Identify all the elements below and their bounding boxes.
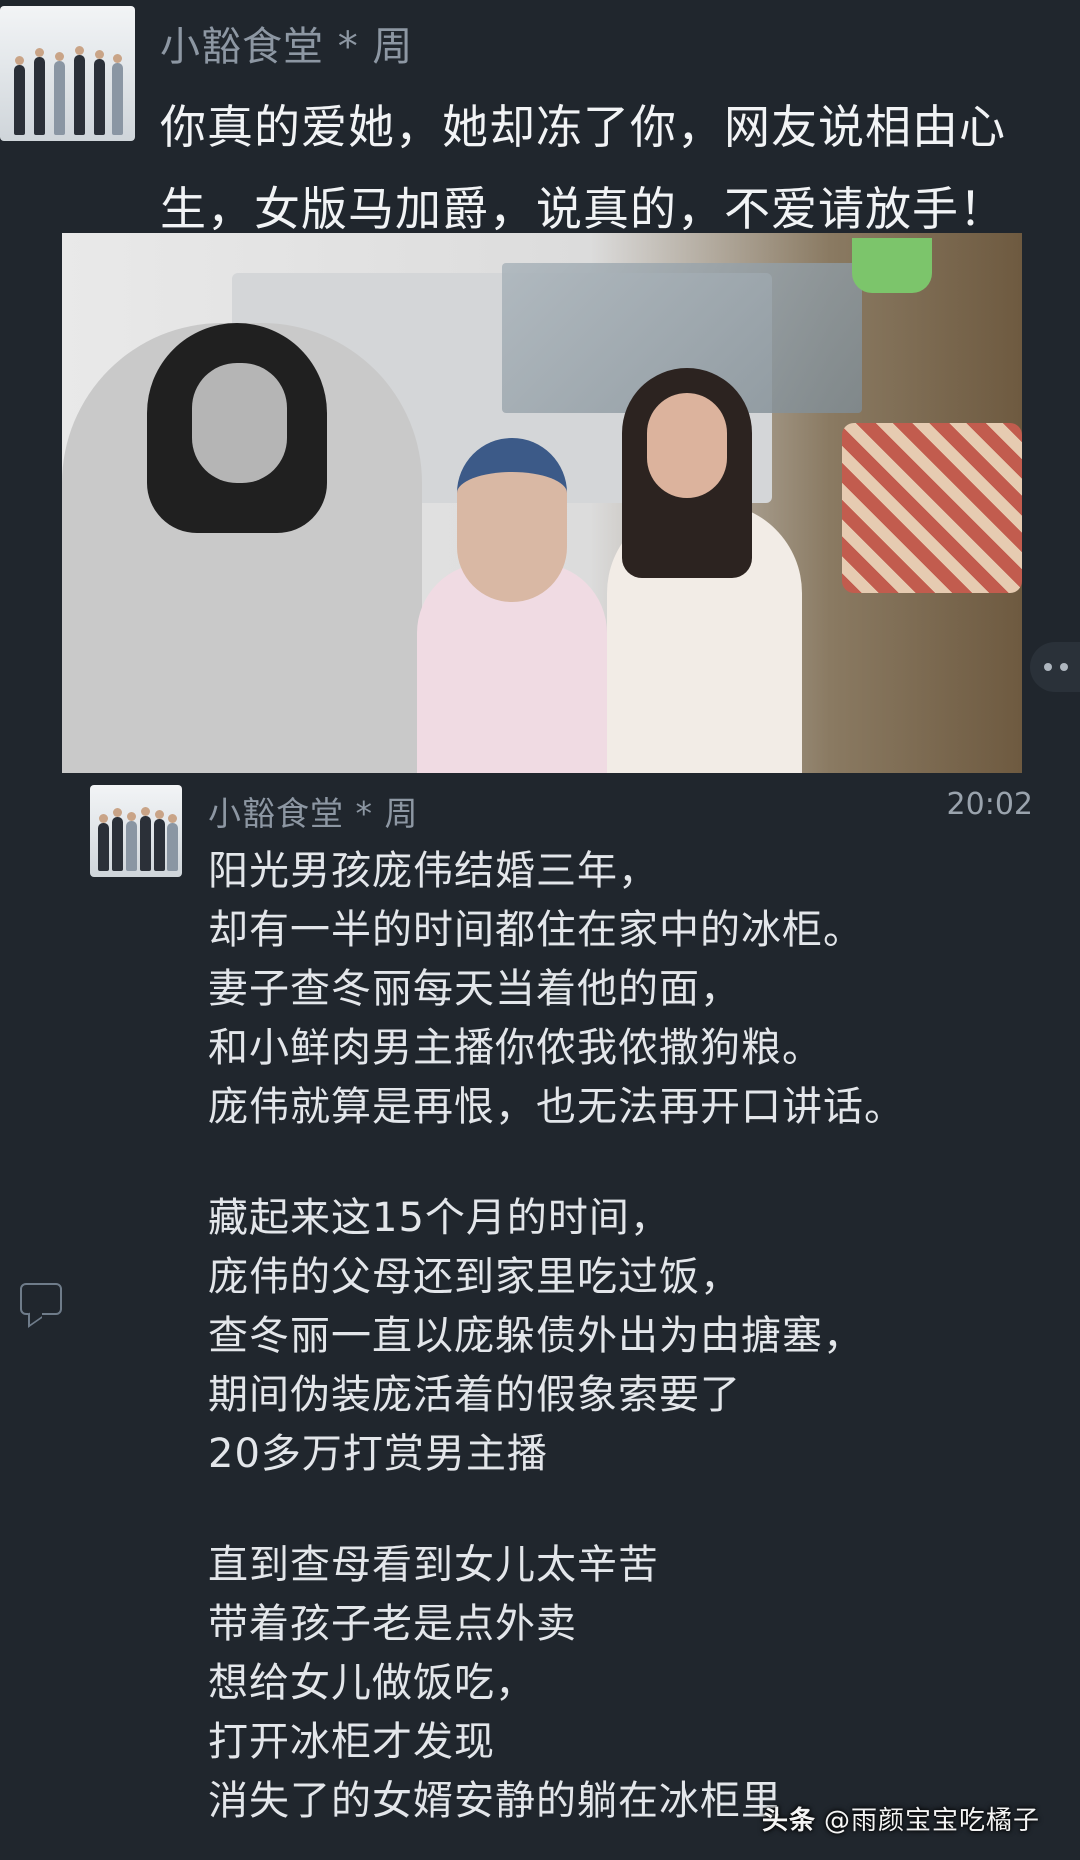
message-line: 想给女儿做饭吃， [208,1660,536,1706]
message-line: 打开冰柜才发现 [208,1719,495,1765]
message-line: 直到查母看到女儿太辛苦 [208,1542,659,1588]
watermark-brand: 头条 [761,1806,816,1836]
message-line: 和小鲜肉男主播你侬我侬撒狗粮。 [208,1025,823,1071]
message-line: 妻子查冬丽每天当着他的面， [208,966,741,1012]
post-text-line: 你真的爱她，她却冻了你，网友说相由心 [160,100,1006,154]
message-body: 阳光男孩庞伟结婚三年， 却有一半的时间都住在家中的冰柜。 妻子查冬丽每天当着他的面，… [208,842,1028,1831]
message-line: 藏起来这15个月的时间， [208,1195,671,1241]
person-middle-head [457,438,567,602]
person-right-face [647,393,727,498]
message-line: 带着孩子老是点外卖 [208,1601,577,1647]
stool-shape [842,423,1022,593]
message-line: 期间伪装庞活着的假象索要了 [208,1372,741,1418]
post-author-name[interactable]: 小豁食堂 * 周 [160,14,413,72]
watermark-handle: @雨颜宝宝吃橘子 [823,1806,1040,1836]
bucket-shape [852,238,932,293]
message-author-name[interactable]: 小豁食堂 * 周 [208,787,418,835]
message-author-avatar[interactable] [90,785,182,877]
message-line: 查冬丽一直以庞躲债外出为由搪塞， [208,1313,864,1359]
watermark: 头条 @雨颜宝宝吃橘子 [762,1800,1040,1837]
person-left-face [192,363,287,483]
message-line: 庞伟的父母还到家里吃过饭， [208,1254,741,1300]
message-line: 20多万打赏男主播 [208,1431,548,1477]
post-image[interactable] [62,233,1022,773]
message-line: 阳光男孩庞伟结婚三年， [208,848,659,894]
post-text: 你真的爱她，她却冻了你，网友说相由心 生，女版马加爵，说真的，不爱请放手！ [160,86,1065,250]
message-line: 庞伟就算是再恨，也无法再开口讲话。 [208,1084,905,1130]
comment-icon[interactable] [20,1283,62,1315]
more-dots-icon[interactable] [1030,642,1080,692]
message-timestamp: 20:02 [946,787,1033,822]
message-line: 却有一半的时间都住在家中的冰柜。 [208,907,864,953]
author-avatar[interactable] [0,6,135,141]
